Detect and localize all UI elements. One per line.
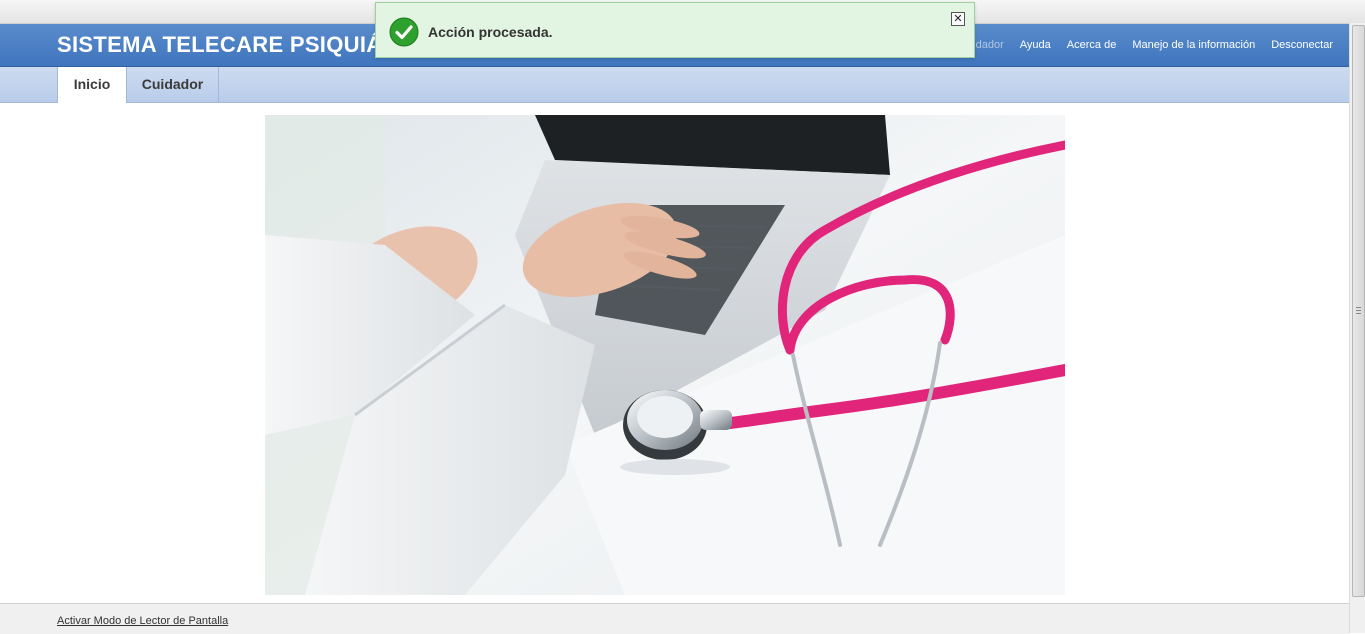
scrollbar-grip	[1356, 313, 1361, 314]
nav-ayuda-link[interactable]: Ayuda	[1020, 39, 1051, 51]
top-navigation: cuidador Ayuda Acerca de Manejo de la in…	[947, 24, 1349, 66]
page-footer: Activar Modo de Lector de Pantalla	[0, 603, 1349, 634]
scrollbar-thumb[interactable]	[1352, 25, 1365, 597]
check-circle-icon	[389, 17, 419, 47]
nav-manejo-informacion-link[interactable]: Manejo de la información	[1132, 39, 1255, 51]
hero-image	[265, 115, 1065, 595]
close-icon[interactable]: ✕	[951, 12, 965, 26]
vertical-scrollbar[interactable]	[1349, 23, 1365, 633]
scrollbar-grip	[1356, 307, 1361, 308]
success-notification: Acción procesada. ✕	[375, 2, 975, 58]
scrollbar-grip	[1356, 310, 1361, 311]
notification-message: Acción procesada.	[428, 24, 553, 40]
tab-inicio[interactable]: Inicio	[57, 67, 127, 103]
tab-cuidador[interactable]: Cuidador	[127, 67, 219, 102]
stethoscope-laptop-image	[265, 115, 1065, 595]
nav-acerca-link[interactable]: Acerca de	[1067, 39, 1117, 51]
tabs-bar: Inicio Cuidador	[0, 67, 1349, 103]
screen-reader-mode-link[interactable]: Activar Modo de Lector de Pantalla	[57, 615, 228, 627]
nav-desconectar-link[interactable]: Desconectar	[1271, 39, 1333, 51]
